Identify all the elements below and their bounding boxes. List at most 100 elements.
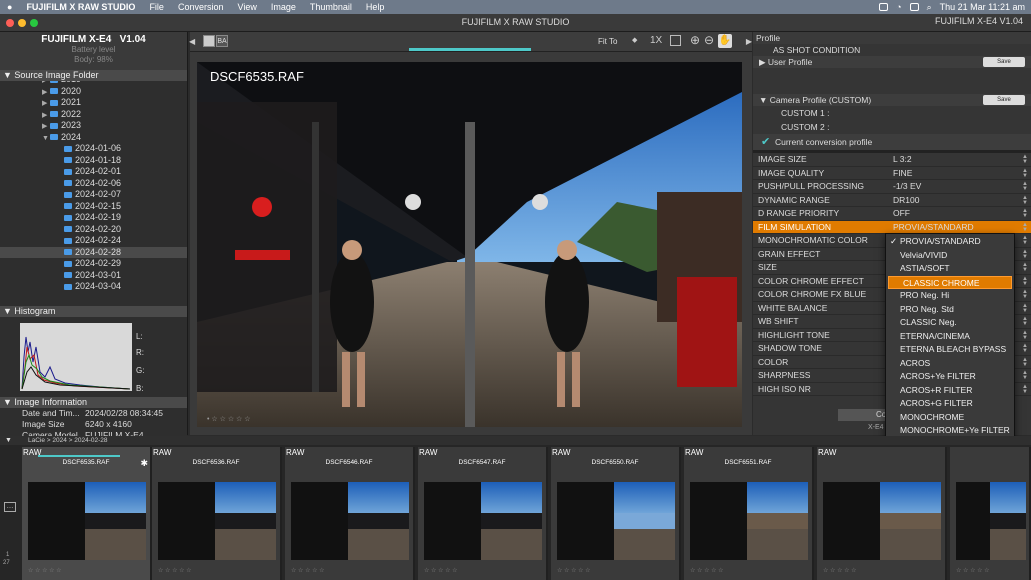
thumbnail[interactable]: RAW ☆ ☆ ☆ ☆ ☆ — [817, 447, 947, 580]
custom2-row[interactable]: CUSTOM 2 : — [753, 120, 1031, 134]
status-icon[interactable] — [879, 3, 889, 11]
setting-value[interactable]: L 3:2 — [893, 153, 1031, 166]
thumb-rating[interactable]: ☆ ☆ ☆ ☆ ☆ — [424, 567, 458, 574]
film-option[interactable]: CLASSIC CHROME — [888, 275, 1012, 289]
tree-date[interactable]: 2024-03-04 — [0, 281, 187, 293]
setting-value[interactable]: -1/3 EV — [893, 180, 1031, 193]
tree-date[interactable]: 2024-03-01 — [0, 270, 187, 282]
stepper-icon[interactable]: ▲ ▼ — [1022, 195, 1028, 206]
tree-date[interactable]: 2024-02-20 — [0, 224, 187, 236]
thumb-rating[interactable]: ☆ ☆ ☆ ☆ ☆ — [690, 567, 724, 574]
setting-row[interactable]: DYNAMIC RANGE DR100 ▲ ▼ — [753, 194, 1031, 207]
film-option[interactable]: ACROS+G FILTER — [886, 397, 1014, 411]
film-option[interactable]: Velvia/VIVID — [886, 249, 1014, 263]
thumbnail[interactable]: RAW DSCF6536.RAF ☆ ☆ ☆ ☆ ☆ — [152, 447, 282, 580]
save-user-profile-button[interactable]: Save — [983, 57, 1025, 67]
main-photo[interactable]: DSCF6535.RAF • ☆ ☆ ☆ ☆ ☆ — [197, 62, 742, 427]
stepper-icon[interactable]: ▲ ▼ — [1022, 208, 1028, 219]
stepper-icon[interactable]: ▲ ▼ — [1022, 235, 1028, 246]
tree-date[interactable]: 2024-02-28 — [0, 246, 187, 258]
rating-stars[interactable]: • ☆ ☆ ☆ ☆ ☆ — [207, 415, 251, 423]
hand-tool-icon[interactable]: ✋ — [718, 34, 732, 48]
app-menu[interactable]: FUJIFILM X RAW STUDIO — [19, 2, 142, 12]
tree-date[interactable]: 2024-02-29 — [0, 258, 187, 270]
setting-row[interactable]: FILM SIMULATION PROVIA/STANDARD ▲ ▼ — [753, 220, 1031, 234]
stepper-icon[interactable]: ▲ ▼ — [1022, 289, 1028, 300]
menu-file[interactable]: File — [142, 2, 171, 12]
stepper-icon[interactable]: ▲ ▼ — [1022, 316, 1028, 327]
single-view-icon[interactable] — [203, 35, 215, 47]
compare-view-icon[interactable]: BA — [216, 35, 228, 47]
tree-date[interactable]: 2024-02-24 — [0, 235, 187, 247]
stepper-icon[interactable]: ▲ ▼ — [1022, 343, 1028, 354]
menu-view[interactable]: View — [230, 2, 263, 12]
stepper-icon[interactable]: ▲ ▼ — [1022, 303, 1028, 314]
zoom-out-icon[interactable]: ⊖ — [704, 33, 714, 47]
thumb-rating[interactable]: ☆ ☆ ☆ ☆ ☆ — [557, 567, 591, 574]
stepper-icon[interactable]: ▲ ▼ — [1022, 168, 1028, 179]
save-camera-profile-button[interactable]: Save — [983, 95, 1025, 105]
film-option[interactable]: ASTIA/SOFT — [886, 262, 1014, 276]
zoom-in-icon[interactable]: ⊕ — [690, 33, 700, 47]
tree-date[interactable]: 2024-02-07 — [0, 189, 187, 201]
thumb-rating[interactable]: ☆ ☆ ☆ ☆ ☆ — [291, 567, 325, 574]
film-option[interactable]: MONOCHROME — [886, 411, 1014, 425]
menu-conversion[interactable]: Conversion — [171, 2, 231, 12]
film-option[interactable]: ACROS — [886, 357, 1014, 371]
thumb-rating[interactable]: ☆ ☆ ☆ ☆ ☆ — [158, 567, 192, 574]
tree-year[interactable]: ▼ 2024 — [0, 132, 187, 144]
setting-row[interactable]: IMAGE SIZE L 3:2 ▲ ▼ — [753, 153, 1031, 167]
thumbnail[interactable]: ☆ ☆ ☆ ☆ ☆ — [950, 447, 1031, 580]
thumbnail[interactable]: RAW DSCF6550.RAF ☆ ☆ ☆ ☆ ☆ — [551, 447, 681, 580]
custom1-row[interactable]: CUSTOM 1 : — [753, 106, 1031, 120]
filmstrip-toggle-icon[interactable]: ▼ — [5, 437, 12, 444]
film-option[interactable]: ACROS+R FILTER — [886, 384, 1014, 398]
film-option[interactable]: CLASSIC Neg. — [886, 316, 1014, 330]
thumbnail[interactable]: RAW DSCF6551.RAF ☆ ☆ ☆ ☆ ☆ — [684, 447, 814, 580]
wifi-icon[interactable]: ◔ — [896, 2, 901, 12]
film-option[interactable]: ACROS+Ye FILTER — [886, 370, 1014, 384]
fit-screen-icon[interactable] — [670, 35, 681, 46]
tree-date[interactable]: 2024-02-01 — [0, 166, 187, 178]
film-option[interactable]: PROVIA/STANDARD — [886, 235, 1014, 249]
thumb-rating[interactable]: ☆ ☆ ☆ ☆ ☆ — [28, 567, 62, 574]
stepper-icon[interactable]: ▲ ▼ — [1022, 262, 1028, 273]
folder-tree[interactable]: ▶2019▶2020▶2021▶2022▶2023▼20242024-01-06… — [0, 81, 187, 306]
search-icon[interactable]: ⌕ — [927, 2, 932, 13]
thumbnail[interactable]: RAW DSCF6546.RAF ☆ ☆ ☆ ☆ ☆ — [285, 447, 415, 580]
current-profile-row[interactable]: ✔ Current conversion profile — [753, 134, 1031, 150]
tree-year[interactable]: ▶ 2020 — [0, 86, 187, 98]
stepper-icon[interactable]: ▲ ▼ — [1022, 357, 1028, 368]
image-info-header[interactable]: ▼ Image Information — [0, 397, 187, 408]
tree-year[interactable]: ▶ 2023 — [0, 120, 187, 132]
film-option[interactable]: ETERNA/CINEMA — [886, 330, 1014, 344]
collapse-right-icon[interactable]: ▶ — [746, 37, 752, 46]
thumb-rating[interactable]: ☆ ☆ ☆ ☆ ☆ — [823, 567, 857, 574]
apple-icon[interactable]: ● — [0, 2, 19, 12]
setting-value[interactable]: OFF — [893, 207, 1031, 220]
tree-date[interactable]: 2024-01-18 — [0, 155, 187, 167]
tree-year[interactable]: ▶ 2021 — [0, 97, 187, 109]
stepper-icon[interactable]: ▲ ▼ — [1022, 222, 1028, 233]
setting-row[interactable]: PUSH/PULL PROCESSING -1/3 EV ▲ ▼ — [753, 180, 1031, 194]
thumb-rating[interactable]: ☆ ☆ ☆ ☆ ☆ — [956, 567, 990, 574]
tree-date[interactable]: 2024-01-06 — [0, 143, 187, 155]
more-icon[interactable]: … — [4, 502, 16, 512]
camera-profile-row[interactable]: ▼ Camera Profile (CUSTOM) Save — [753, 94, 1031, 106]
clock[interactable]: Thu 21 Mar 11:21 am — [940, 2, 1025, 12]
tree-year[interactable]: ▶ 2022 — [0, 109, 187, 121]
stepper-icon[interactable]: ▲ ▼ — [1022, 330, 1028, 341]
as-shot-condition[interactable]: AS SHOT CONDITION — [753, 44, 1031, 56]
tree-date[interactable]: 2024-02-06 — [0, 178, 187, 190]
setting-row[interactable]: IMAGE QUALITY FINE ▲ ▼ — [753, 167, 1031, 180]
actual-size-icon[interactable]: 1X — [650, 35, 662, 46]
histogram-header[interactable]: ▼ Histogram — [0, 306, 187, 317]
user-profile-row[interactable]: ▶ User Profile Save — [753, 56, 1031, 68]
thumbnail[interactable]: RAW DSCF6547.RAF ☆ ☆ ☆ ☆ ☆ — [418, 447, 548, 580]
thumbnail[interactable]: RAW DSCF6535.RAF ✱ ☆ ☆ ☆ ☆ ☆ — [22, 447, 152, 580]
stepper-icon[interactable]: ▲ ▼ — [1022, 249, 1028, 260]
stepper-icon[interactable]: ▲ ▼ — [1022, 181, 1028, 192]
menu-thumbnail[interactable]: Thumbnail — [303, 2, 359, 12]
source-folder-header[interactable]: ▼ Source Image Folder — [0, 70, 187, 81]
menu-help[interactable]: Help — [359, 2, 392, 12]
